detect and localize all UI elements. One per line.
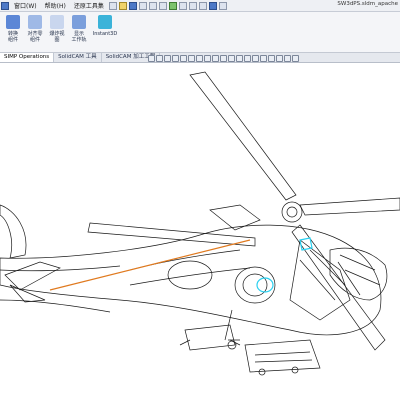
extra-view-icon-2[interactable] [236, 55, 243, 62]
menu-item-restore-toolset[interactable]: 还原工具集 [70, 1, 108, 10]
edit-appearance-icon[interactable] [204, 55, 211, 62]
tab-solidcam-tools[interactable]: SolidCAM 工具 [54, 53, 102, 62]
command-ribbon: 转换 组件 对齐零 组件 爆炸视 图 显示 工作轨 Instant3D [0, 12, 400, 53]
extra-view-icon-5[interactable] [260, 55, 267, 62]
undo-icon[interactable] [148, 1, 157, 10]
rebuild-icon[interactable] [168, 1, 177, 10]
weapon-pylon-right [244, 339, 321, 373]
instant3d-icon [98, 15, 112, 29]
explode-view-icon [50, 15, 64, 29]
selected-edge-orange [49, 239, 251, 291]
show-track-icon [72, 15, 86, 29]
new-document-icon[interactable] [108, 1, 117, 10]
zoom-to-fit-icon[interactable] [148, 55, 155, 62]
open-folder-icon[interactable] [118, 1, 127, 10]
convert-component-icon [6, 15, 20, 29]
menu-item-window[interactable]: 窗口(W) [10, 1, 41, 10]
select-arrow-icon[interactable] [158, 1, 167, 10]
app-logo-icon [1, 1, 9, 10]
view-orientation-icon[interactable] [180, 55, 187, 62]
extra-view-icon-4[interactable] [252, 55, 259, 62]
ribbon-button-label: 显示 工作轨 [71, 31, 87, 43]
save-icon[interactable] [128, 1, 137, 10]
extra-view-icon-7[interactable] [276, 55, 283, 62]
align-component-icon [28, 15, 42, 29]
graphics-viewport[interactable] [0, 63, 400, 400]
ribbon-button-align[interactable]: 对齐零 组件 [24, 14, 46, 50]
section-view-icon[interactable] [172, 55, 179, 62]
tail-fin [0, 204, 27, 259]
hide-show-items-icon[interactable] [196, 55, 203, 62]
toolbar-extra-icon[interactable] [188, 1, 197, 10]
ribbon-button-label: Instant3D [92, 31, 118, 37]
extra-view-icon-3[interactable] [244, 55, 251, 62]
display-style-icon[interactable] [188, 55, 195, 62]
options-icon[interactable] [178, 1, 187, 10]
rotor-blade-lower [291, 224, 386, 351]
tab-simp-operations[interactable]: SIMP Operations [0, 53, 55, 62]
toolbar-extra-icon-3[interactable] [208, 1, 217, 10]
toolbar-extra-icon-2[interactable] [198, 1, 207, 10]
menu-bar: 窗口(W) 帮助(H) 还原工具集 SW3dPS.sldm_apache [0, 0, 400, 12]
extra-view-icon-6[interactable] [268, 55, 275, 62]
ribbon-button-label: 爆炸视 图 [49, 31, 65, 43]
extra-view-icon-9[interactable] [292, 55, 299, 62]
rotor-blade-right [299, 197, 400, 216]
engine-intake [234, 266, 276, 304]
selected-part-cyan [256, 277, 274, 293]
apply-scene-icon[interactable] [212, 55, 219, 62]
menu-item-help[interactable]: 帮助(H) [41, 1, 70, 10]
view-settings-icon[interactable] [220, 55, 227, 62]
document-title: SW3dPS.sldm_apache [337, 1, 398, 7]
ribbon-button-convert[interactable]: 转换 组件 [2, 14, 24, 50]
extra-view-icon-8[interactable] [284, 55, 291, 62]
ribbon-button-explode[interactable]: 爆炸视 图 [46, 14, 68, 50]
rotor-hub [281, 201, 303, 223]
toolbar-extra-icon-4[interactable] [218, 1, 227, 10]
ribbon-button-label: 对齐零 组件 [27, 31, 43, 43]
ribbon-button-instant3d[interactable]: Instant3D [90, 14, 120, 50]
fuselage [0, 224, 382, 336]
previous-view-icon[interactable] [164, 55, 171, 62]
rotor-blade-upper [189, 71, 297, 201]
extra-view-icon-1[interactable] [228, 55, 235, 62]
ribbon-button-label: 转换 组件 [7, 31, 18, 43]
helicopter-wireframe-model [0, 71, 400, 376]
zoom-area-icon[interactable] [156, 55, 163, 62]
ribbon-button-show-track[interactable]: 显示 工作轨 [68, 14, 90, 50]
print-icon[interactable] [138, 1, 147, 10]
